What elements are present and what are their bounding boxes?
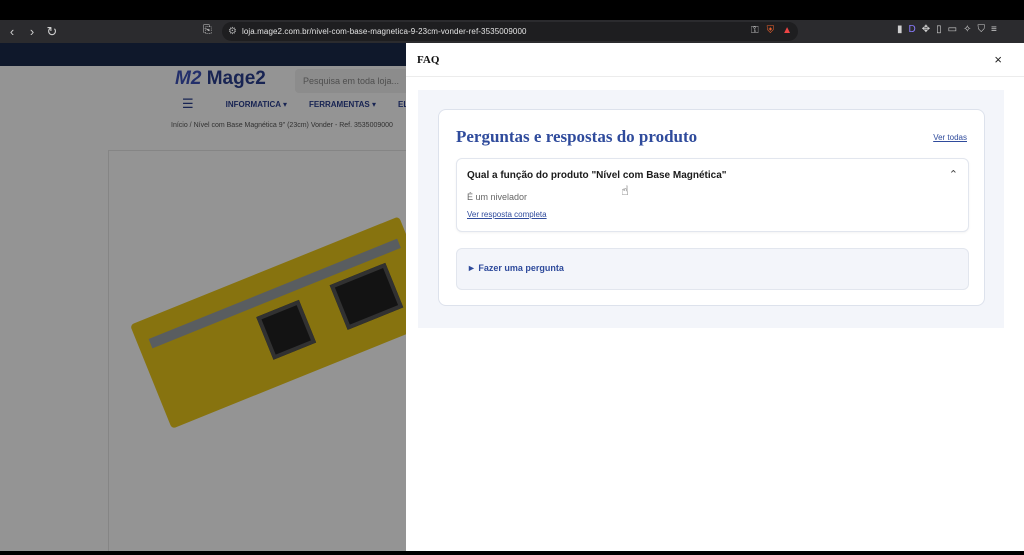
address-bar[interactable]: ⚙ loja.mage2.com.br/nivel-com-base-magne…	[222, 22, 798, 41]
top-black-strip	[0, 0, 1024, 20]
bookmark-icon[interactable]: ⎘	[203, 24, 212, 37]
chevron-up-icon[interactable]: ⌃	[949, 168, 958, 181]
faq-heading: Perguntas e respostas do produto	[456, 127, 698, 146]
leo-icon[interactable]: ✧	[963, 24, 971, 35]
reload-icon[interactable]: ↻	[44, 24, 60, 40]
wallet-icon[interactable]: ▭	[948, 24, 957, 35]
faq-drawer: FAQ × Perguntas e respostas do produto V…	[406, 43, 1024, 551]
see-all-link[interactable]: Ver todas	[933, 133, 967, 142]
extension-icon[interactable]: ▮	[897, 24, 903, 35]
close-icon[interactable]: ×	[994, 52, 1002, 67]
back-icon[interactable]: ‹	[4, 24, 20, 39]
faq-item: Qual a função do produto "Nível com Base…	[456, 158, 969, 232]
puzzle-icon[interactable]: ✥	[922, 24, 930, 35]
hand-cursor-icon: ☝	[621, 183, 629, 198]
faq-question[interactable]: Qual a função do produto "Nível com Base…	[467, 170, 727, 181]
extension-d-icon[interactable]: D	[909, 24, 916, 35]
forward-icon[interactable]: ›	[24, 24, 40, 39]
brave-rewards-icon[interactable]: ▲	[782, 25, 792, 36]
ask-question-label[interactable]: ► Fazer uma pergunta	[467, 263, 564, 273]
extensions-area: ▮ D ✥ ▯ ▭ ✧ ⛉ ≡	[897, 24, 997, 35]
see-full-answer-link[interactable]: Ver resposta completa	[467, 210, 547, 219]
ask-question-toggle[interactable]: ► Fazer uma pergunta	[456, 248, 969, 290]
drawer-body: Perguntas e respostas do produto Ver tod…	[418, 90, 1004, 328]
menu-icon[interactable]: ≡	[991, 24, 997, 35]
brave-shield-icon[interactable]: ⛨	[767, 25, 775, 36]
modal-backdrop[interactable]	[0, 43, 406, 555]
drawer-title: FAQ	[417, 54, 440, 66]
faq-answer: É um nivelador	[467, 192, 528, 202]
key-icon[interactable]: ⚿	[751, 25, 759, 36]
sidebar-icon[interactable]: ▯	[936, 24, 942, 35]
drawer-header: FAQ ×	[406, 43, 1024, 77]
faq-card: Perguntas e respostas do produto Ver tod…	[438, 109, 985, 306]
bottom-black-strip	[0, 551, 1024, 555]
vpn-icon[interactable]: ⛉	[978, 24, 986, 35]
url-text[interactable]: loja.mage2.com.br/nivel-com-base-magneti…	[242, 27, 527, 36]
site-info-icon[interactable]: ⚙	[228, 26, 237, 37]
browser-toolbar: ‹ › ↻ ⎘ ⚙ loja.mage2.com.br/nivel-com-ba…	[0, 20, 1024, 43]
